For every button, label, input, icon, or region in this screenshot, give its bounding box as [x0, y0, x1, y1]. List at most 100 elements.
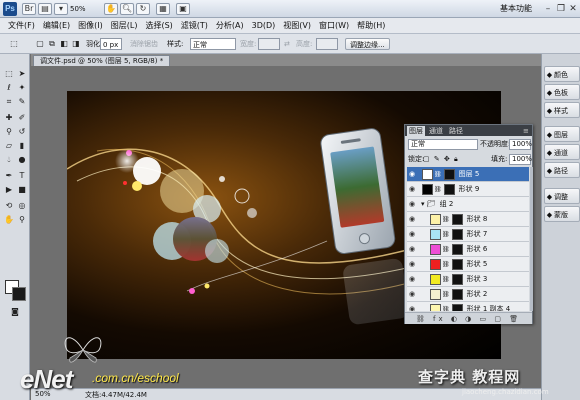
workspace-switcher[interactable]: 基本功能 [500, 3, 532, 15]
layer-row[interactable]: ◉ ⛓ 形状 8 [407, 212, 529, 227]
visibility-eye-icon[interactable]: ◉ [407, 290, 417, 298]
antialias-checkbox[interactable]: 消除锯齿 [130, 38, 158, 50]
lasso-tool-icon[interactable]: ℓ [3, 82, 15, 94]
visibility-eye-icon[interactable]: ◉ [407, 275, 417, 283]
dock-item-adjustments[interactable]: ◆ 调整 [544, 188, 580, 204]
zoom-tool-icon[interactable]: ⚲ [16, 214, 28, 226]
layer-row[interactable]: ◉ ⛓ 形状 2 [407, 287, 529, 302]
dock-item-paths[interactable]: ◆ 路径 [544, 162, 580, 178]
view-extras-icon[interactable]: ▤ [38, 3, 52, 15]
marquee-preset-icon[interactable]: ⬚ [8, 38, 20, 50]
history-brush-icon[interactable]: ↺ [16, 126, 28, 138]
layer-row[interactable]: ◉ ⛓ 形状 6 [407, 242, 529, 257]
gradient-tool-icon[interactable]: ▮ [16, 140, 28, 152]
menu-analysis[interactable]: 分析(A) [212, 18, 248, 34]
layer-list-scrollbar[interactable] [530, 167, 533, 311]
visibility-eye-icon[interactable]: ◉ [407, 305, 417, 311]
menu-help[interactable]: 帮助(H) [353, 18, 389, 34]
visibility-eye-icon[interactable]: ◉ [407, 245, 417, 253]
tab-paths[interactable]: 路径 [447, 126, 465, 136]
healing-brush-icon[interactable]: ✚ [3, 112, 15, 124]
layer-row[interactable]: ◉ ⛓ 形状 7 [407, 227, 529, 242]
screen-mode-icon[interactable]: ▣ [176, 3, 190, 15]
path-selection-icon[interactable]: ▶ [3, 184, 15, 196]
dock-item-swatches[interactable]: ◆ 色板 [544, 84, 580, 100]
width-input[interactable] [258, 38, 280, 50]
eraser-tool-icon[interactable]: ▱ [3, 140, 15, 152]
layer-row[interactable]: ◉ ⛓ 形状 1 副本 4 [407, 302, 529, 311]
background-color-swatch[interactable] [12, 287, 26, 301]
fill-input[interactable]: 100% [509, 154, 532, 165]
crop-tool-icon[interactable]: ⌗ [3, 96, 15, 108]
swap-icon[interactable]: ⇄ [284, 38, 290, 50]
dock-item-layers[interactable]: ◆ 图层 [544, 126, 580, 142]
3d-rotate-icon[interactable]: ⟲ [3, 200, 15, 212]
3d-orbit-icon[interactable]: ◎ [16, 200, 28, 212]
dock-item-channels[interactable]: ◆ 通道 [544, 144, 580, 160]
lock-icons[interactable]: ▢ ✎ ✥ 🔒︎ [423, 154, 459, 165]
move-tool-icon[interactable]: ➤ [16, 68, 28, 80]
hand-tool-icon[interactable]: ✋ [104, 3, 118, 15]
dock-item-masks[interactable]: ◆ 蒙版 [544, 206, 580, 222]
bridge-icon[interactable]: Br [22, 3, 36, 15]
subtract-selection-icon[interactable]: ◧ [58, 38, 70, 50]
new-selection-icon[interactable]: ▢ [34, 38, 46, 50]
visibility-eye-icon[interactable]: ◉ [407, 260, 417, 268]
menu-view[interactable]: 视图(V) [279, 18, 315, 34]
layer-row[interactable]: ◉ ⛓ 图层 5 [407, 167, 529, 182]
menu-image[interactable]: 图像(I) [74, 18, 107, 34]
menu-layer[interactable]: 图层(L) [107, 18, 142, 34]
blur-tool-icon[interactable]: 💧︎ [3, 154, 15, 166]
style-select[interactable]: 正常 [190, 38, 236, 50]
minimize-icon[interactable]: – [542, 3, 554, 15]
zoom-tool-icon[interactable]: 🔍︎ [120, 3, 134, 15]
quick-mask-icon[interactable]: ◙ [9, 306, 21, 318]
close-icon[interactable]: ✕ [567, 3, 579, 15]
layer-row[interactable]: ◉ ⛓ 形状 9 [407, 182, 529, 197]
menu-filter[interactable]: 滤镜(T) [177, 18, 212, 34]
clone-stamp-icon[interactable]: ⚲ [3, 126, 15, 138]
visibility-eye-icon[interactable]: ◉ [407, 215, 417, 223]
layer-row[interactable]: ◉ ⛓ 形状 5 [407, 257, 529, 272]
hand-tool-icon[interactable]: ✋ [3, 214, 15, 226]
arrange-documents-icon[interactable]: ▦ [156, 3, 170, 15]
visibility-eye-icon[interactable]: ◉ [407, 185, 417, 193]
blend-mode-select[interactable]: 正常 [408, 139, 478, 150]
document-tab[interactable]: 调文件.psd @ 50% (图层 5, RGB/8) * [33, 55, 171, 66]
visibility-eye-icon[interactable]: ◉ [407, 200, 417, 208]
group-folder-icon[interactable]: ▾ 📁︎ [421, 200, 436, 208]
visibility-eye-icon[interactable]: ◉ [407, 230, 417, 238]
feather-input[interactable]: 0 px [100, 38, 122, 50]
panel-menu-icon[interactable]: ≡ [521, 126, 531, 136]
menu-edit[interactable]: 编辑(E) [39, 18, 74, 34]
height-input[interactable] [316, 38, 338, 50]
layer-row[interactable]: ◉ ▾ 📁︎ 组 2 [407, 197, 529, 212]
menu-select[interactable]: 选择(S) [141, 18, 176, 34]
eyedropper-tool-icon[interactable]: ✎ [16, 96, 28, 108]
panel-footer-buttons[interactable]: ⛓ fx ◐ ◑ ▭ ▢ 🗑︎ [405, 312, 532, 324]
menu-window[interactable]: 窗口(W) [315, 18, 353, 34]
add-selection-icon[interactable]: ⧉ [46, 38, 58, 50]
magic-wand-icon[interactable]: ✦ [16, 82, 28, 94]
layer-row[interactable]: ◉ ⛓ 形状 3 [407, 272, 529, 287]
type-tool-icon[interactable]: T [16, 170, 28, 182]
dodge-tool-icon[interactable]: ● [16, 154, 28, 166]
menu-3d[interactable]: 3D(D) [248, 18, 280, 34]
dock-item-styles[interactable]: ◆ 样式 [544, 102, 580, 118]
restore-icon[interactable]: ❐ [555, 3, 567, 15]
menu-file[interactable]: 文件(F) [4, 18, 39, 34]
tab-channels[interactable]: 通道 [427, 126, 445, 136]
dock-item-color[interactable]: ◆ 颜色 [544, 66, 580, 82]
zoom-level-icon[interactable]: ▾ [54, 3, 68, 15]
visibility-eye-icon[interactable]: ◉ [407, 170, 417, 178]
opacity-input[interactable]: 100% [509, 139, 532, 150]
refine-edge-button[interactable]: 调整边缘... [345, 38, 390, 50]
shape-tool-icon[interactable]: ■ [16, 184, 28, 196]
zoom-level-select[interactable]: 50% [70, 3, 100, 15]
brush-tool-icon[interactable]: ✐ [16, 112, 28, 124]
pen-tool-icon[interactable]: ✒ [3, 170, 15, 182]
rotate-view-icon[interactable]: ↻ [136, 3, 150, 15]
marquee-tool-icon[interactable]: ⬚ [3, 68, 15, 80]
intersect-selection-icon[interactable]: ◨ [70, 38, 82, 50]
tab-layers[interactable]: 图层 [407, 126, 425, 136]
